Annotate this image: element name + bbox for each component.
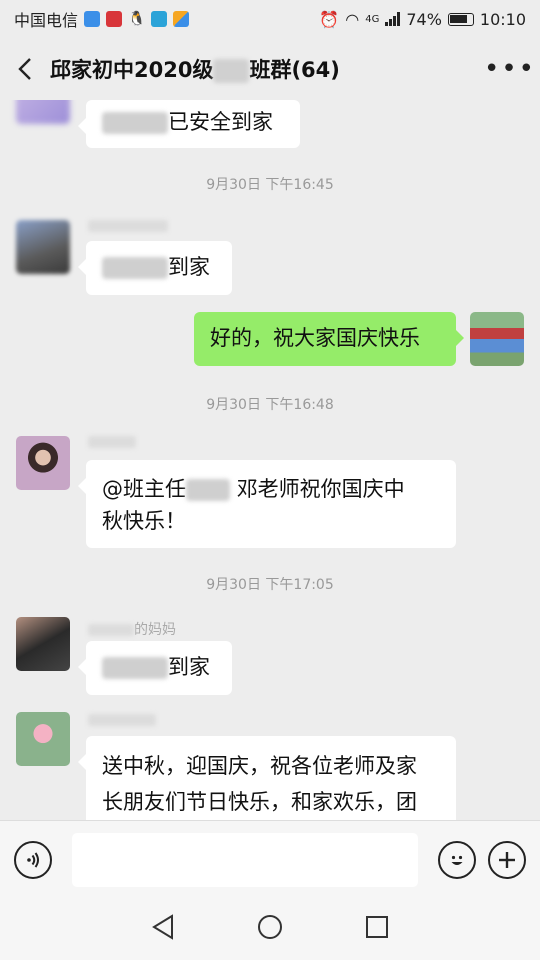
avatar[interactable]	[16, 617, 70, 671]
nav-home-button[interactable]	[256, 913, 284, 945]
sender-name	[88, 436, 136, 448]
alarm-icon: ⏰	[319, 9, 340, 29]
chat-header: 邱家初中2020级 班群(64) •••	[0, 38, 540, 100]
chat-title: 邱家初中2020级 班群(64)	[50, 54, 480, 84]
message-bubble[interactable]: @班主任 邓老师祝你国庆中 秋快乐！	[78, 460, 456, 548]
avatar[interactable]	[16, 100, 70, 124]
message-text: 到家	[168, 255, 210, 279]
more-options-button[interactable]: •••	[480, 38, 540, 100]
sender-name	[88, 714, 156, 726]
back-button[interactable]	[0, 38, 50, 100]
message-text: 邓老师祝你国庆中	[236, 477, 405, 501]
message-bubble[interactable]: 送中秋，迎国庆，祝各位老师及家 长朋友们节日快乐，和家欢乐，团	[78, 736, 456, 820]
my-avatar[interactable]	[470, 312, 524, 366]
smiley-icon	[451, 855, 463, 865]
status-bar: 中国电信 🐧 ⏰ ◠ 4G 74% 10:10	[0, 0, 540, 38]
message-text: 已安全到家	[168, 110, 273, 134]
redacted-text	[102, 112, 168, 134]
chat-title-suffix: 班群(64)	[249, 58, 340, 82]
signal-icon	[385, 12, 401, 26]
qq-icon: 🐧	[128, 11, 146, 27]
sender-name-text: 的妈妈	[134, 622, 176, 638]
redacted-text	[88, 624, 134, 636]
avatar[interactable]	[16, 712, 70, 766]
voice-icon	[27, 851, 39, 868]
mail-icon	[151, 11, 168, 27]
redacted-text	[102, 257, 168, 279]
app-notification-icon	[84, 11, 101, 27]
emoji-button[interactable]	[438, 840, 476, 879]
status-left: 中国电信 🐧	[14, 7, 190, 31]
timestamp: 9月30日 下午17:05	[206, 577, 334, 593]
app-notification-icon	[106, 11, 123, 27]
timestamp: 9月30日 下午16:48	[206, 397, 334, 413]
input-bar	[0, 820, 540, 898]
add-button[interactable]	[488, 840, 526, 879]
message-text: 到家	[168, 655, 210, 679]
wifi-icon: ◠	[345, 9, 360, 29]
message-text: @班主任	[102, 477, 186, 501]
message-input[interactable]	[72, 832, 418, 887]
plus-icon	[499, 851, 515, 868]
message-bubble[interactable]: 已安全到家	[78, 100, 300, 148]
app-notification-icon	[173, 11, 190, 27]
system-nav-bar	[0, 898, 540, 960]
nav-back-button[interactable]	[151, 914, 175, 944]
chat-title-prefix: 邱家初中2020级	[50, 58, 214, 82]
avatar[interactable]	[16, 220, 70, 274]
triangle-back-icon	[151, 914, 173, 940]
avatar[interactable]	[16, 436, 70, 490]
redacted-text	[102, 657, 168, 679]
message-bubble[interactable]: 到家	[78, 641, 232, 695]
message-text: 长朋友们节日快乐，和家欢乐，团	[102, 790, 417, 814]
timestamp: 9月30日 下午16:45	[206, 177, 334, 193]
redacted-text	[213, 59, 250, 83]
message-bubble[interactable]: 到家	[78, 241, 232, 295]
nav-recents-button[interactable]	[365, 915, 389, 943]
sender-name: 的妈妈	[88, 619, 176, 639]
redacted-text	[186, 479, 230, 501]
battery-icon	[447, 12, 474, 26]
status-right: ⏰ ◠ 4G 74% 10:10	[319, 10, 526, 29]
clock-time: 10:10	[479, 9, 526, 29]
battery-percent: 74%	[406, 9, 442, 29]
voice-button[interactable]	[14, 840, 52, 879]
square-recents-icon	[366, 916, 389, 938]
chat-area[interactable]: 已安全到家 9月30日 下午16:45 到家 好的，祝大家国庆快乐 9月30日 …	[0, 100, 540, 820]
chevron-left-icon	[18, 58, 31, 80]
message-text: 秋快乐！	[102, 509, 186, 533]
carrier-label: 中国电信	[14, 11, 79, 30]
message-text: 送中秋，迎国庆，祝各位老师及家	[102, 754, 417, 778]
my-message-bubble[interactable]: 好的，祝大家国庆快乐	[194, 312, 464, 366]
sender-name	[88, 220, 168, 232]
circle-home-icon	[257, 915, 282, 939]
network-type-label: 4G	[365, 13, 380, 25]
